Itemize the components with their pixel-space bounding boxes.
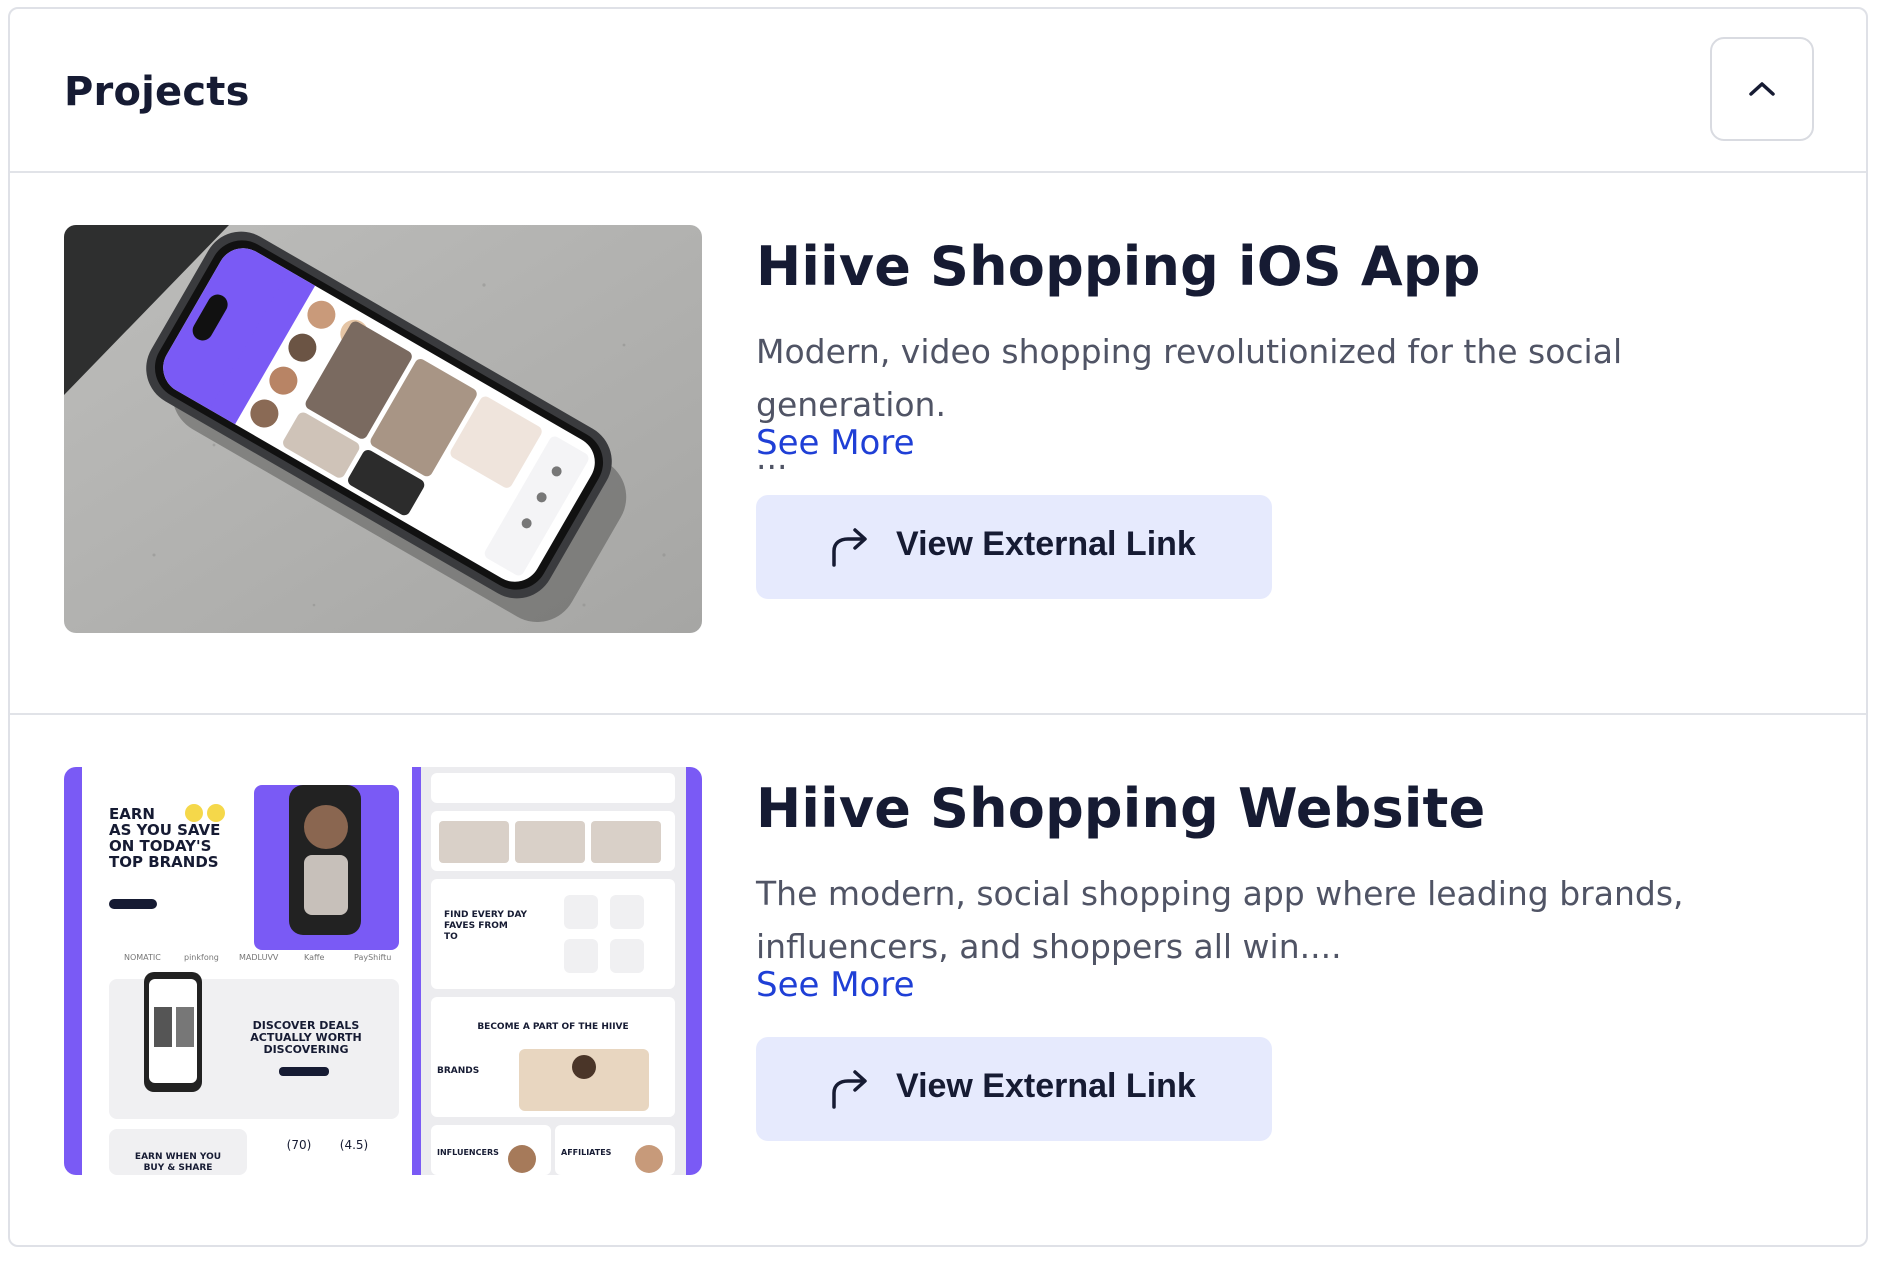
- svg-text:AFFILIATES: AFFILIATES: [561, 1148, 612, 1157]
- project-title: Hiive Shopping Website: [756, 777, 1486, 840]
- project-description: The modern, social shopping app where le…: [756, 874, 1684, 966]
- svg-text:(4.5): (4.5): [340, 1138, 368, 1152]
- project-title: Hiive Shopping iOS App: [756, 235, 1481, 298]
- svg-text:EARN WHEN YOU: EARN WHEN YOU: [135, 1152, 221, 1162]
- svg-text:pinkfong: pinkfong: [184, 953, 219, 962]
- svg-text:BUY & SHARE: BUY & SHARE: [144, 1163, 213, 1173]
- projects-header: Projects: [10, 9, 1866, 173]
- svg-text:DISCOVERING: DISCOVERING: [263, 1043, 348, 1056]
- svg-text:MADLUVV: MADLUVV: [239, 953, 279, 962]
- svg-text:NOMATIC: NOMATIC: [124, 953, 161, 962]
- collapse-button[interactable]: [1710, 37, 1814, 141]
- view-external-link-label: View External Link: [896, 1067, 1196, 1105]
- project-thumbnail[interactable]: [64, 225, 702, 633]
- svg-text:(70): (70): [287, 1138, 312, 1152]
- see-more-link[interactable]: See More: [756, 423, 915, 463]
- svg-text:BECOME A PART OF THE HIIVE: BECOME A PART OF THE HIIVE: [477, 1022, 628, 1032]
- svg-text:INFLUENCERS: INFLUENCERS: [437, 1148, 499, 1157]
- project-description-text: Modern, video shopping revolutionized fo…: [756, 332, 1623, 424]
- view-external-link-button[interactable]: View External Link: [756, 1037, 1272, 1141]
- share-arrow-icon: [832, 1070, 867, 1109]
- project-thumbnail[interactable]: EARN AS YOU SAVE ON TODAY'S TOP BRANDS N…: [64, 767, 702, 1175]
- svg-text:FIND EVERY DAY: FIND EVERY DAY: [444, 910, 528, 920]
- svg-text:BRANDS: BRANDS: [437, 1066, 479, 1076]
- see-more-link[interactable]: See More: [756, 965, 915, 1005]
- project-description: Modern, video shopping revolutionized fo…: [756, 325, 1816, 484]
- svg-text:PayShiftu: PayShiftu: [354, 953, 391, 962]
- svg-text:Kaffe: Kaffe: [304, 953, 325, 962]
- svg-text:TO: TO: [444, 932, 458, 942]
- share-arrow-icon: [832, 528, 867, 567]
- project-item: EARN AS YOU SAVE ON TODAY'S TOP BRANDS N…: [10, 715, 1866, 1251]
- project-item: Hiive Shopping iOS App Modern, video sho…: [10, 173, 1866, 715]
- section-title: Projects: [64, 69, 250, 115]
- view-external-link-button[interactable]: View External Link: [756, 495, 1272, 599]
- svg-text:FAVES FROM: FAVES FROM: [444, 921, 508, 931]
- svg-text:TOP BRANDS: TOP BRANDS: [109, 853, 219, 871]
- projects-card: Projects Hiive Shopping iOS App Modern, …: [8, 7, 1868, 1247]
- chevron-up-icon: [1749, 82, 1775, 96]
- view-external-link-label: View External Link: [896, 525, 1196, 563]
